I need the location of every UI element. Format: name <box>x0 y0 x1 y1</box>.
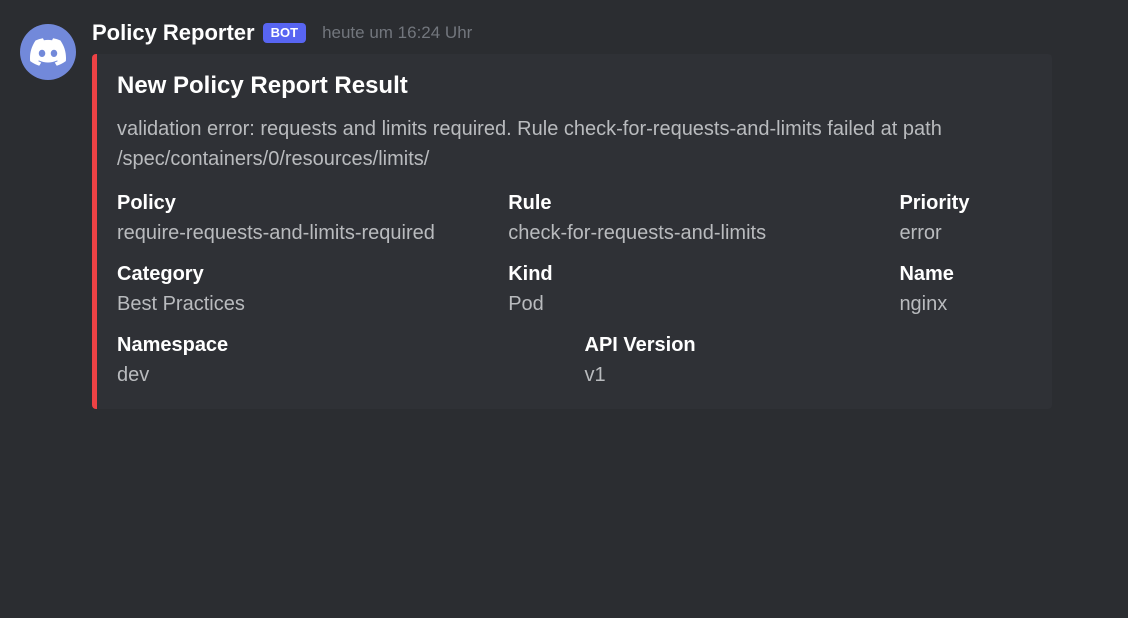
field-label: Priority <box>899 192 1032 215</box>
embed-description: validation error: requests and limits re… <box>117 114 1032 174</box>
field-label: API Version <box>585 334 1033 357</box>
field-value: Pod <box>508 290 879 318</box>
fields-row-3: Namespace dev API Version v1 <box>117 334 1032 389</box>
field-label: Policy <box>117 192 488 215</box>
field-kind: Kind Pod <box>508 263 879 318</box>
embed: New Policy Report Result validation erro… <box>92 54 1052 409</box>
embed-title: New Policy Report Result <box>117 72 1032 100</box>
field-value: dev <box>117 361 565 389</box>
field-label: Category <box>117 263 488 286</box>
message-header: Policy Reporter BOT heute um 16:24 Uhr <box>92 20 1108 46</box>
field-value: require-requests-and-limits-required <box>117 219 488 247</box>
field-label: Namespace <box>117 334 565 357</box>
fields-row-2: Category Best Practices Kind Pod Name ng… <box>117 263 1032 318</box>
field-namespace: Namespace dev <box>117 334 565 389</box>
field-policy: Policy require-requests-and-limits-requi… <box>117 192 488 247</box>
field-rule: Rule check-for-requests-and-limits <box>508 192 879 247</box>
field-value: v1 <box>585 361 1033 389</box>
field-label: Rule <box>508 192 879 215</box>
author-name[interactable]: Policy Reporter <box>92 20 255 46</box>
field-priority: Priority error <box>899 192 1032 247</box>
field-value: error <box>899 219 1032 247</box>
message-container: Policy Reporter BOT heute um 16:24 Uhr N… <box>20 20 1108 409</box>
field-api-version: API Version v1 <box>585 334 1033 389</box>
field-resource-name: Name nginx <box>899 263 1032 318</box>
discord-icon <box>30 34 66 70</box>
field-label: Name <box>899 263 1032 286</box>
field-value: nginx <box>899 290 1032 318</box>
avatar[interactable] <box>20 24 76 80</box>
timestamp: heute um 16:24 Uhr <box>322 23 472 43</box>
bot-badge: BOT <box>263 23 306 44</box>
fields-row-1: Policy require-requests-and-limits-requi… <box>117 192 1032 247</box>
field-value: Best Practices <box>117 290 488 318</box>
message-content: Policy Reporter BOT heute um 16:24 Uhr N… <box>92 20 1108 409</box>
field-value: check-for-requests-and-limits <box>508 219 879 247</box>
field-category: Category Best Practices <box>117 263 488 318</box>
field-label: Kind <box>508 263 879 286</box>
